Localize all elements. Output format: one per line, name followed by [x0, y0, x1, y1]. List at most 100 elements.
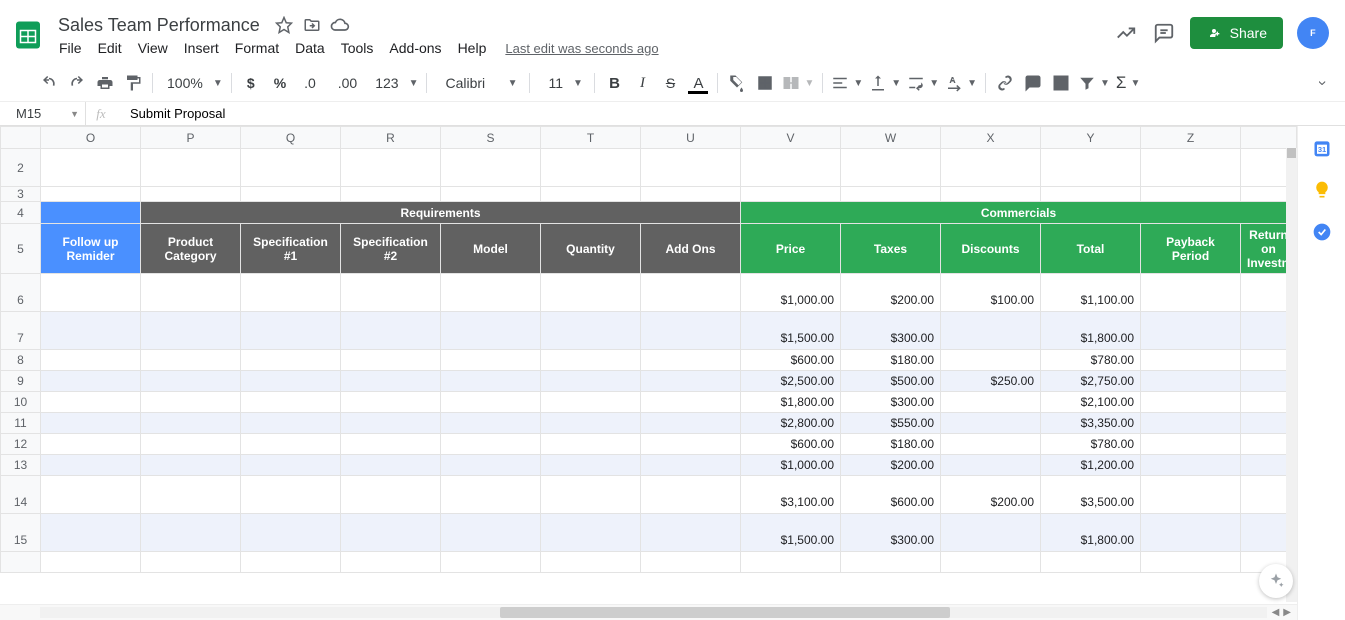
cell[interactable] — [541, 312, 641, 350]
cell[interactable] — [241, 514, 341, 552]
font-size-select[interactable]: 11▼ — [536, 70, 588, 96]
cell[interactable]: $200.00 — [841, 455, 941, 476]
cell[interactable] — [341, 455, 441, 476]
cell[interactable] — [41, 274, 141, 312]
row-header[interactable]: 7 — [1, 312, 41, 350]
move-icon[interactable] — [302, 15, 322, 35]
row-header[interactable]: 8 — [1, 350, 41, 371]
row-header[interactable] — [1, 552, 41, 573]
cell[interactable] — [1041, 149, 1141, 187]
cell[interactable] — [1141, 149, 1241, 187]
cell[interactable] — [41, 434, 141, 455]
last-edit-link[interactable]: Last edit was seconds ago — [505, 41, 658, 56]
cell[interactable] — [1041, 187, 1141, 202]
band-commercials[interactable]: Commercials — [741, 202, 1297, 224]
col-header[interactable]: X — [941, 127, 1041, 149]
cell[interactable] — [441, 187, 541, 202]
column-subheader[interactable]: Payback Period — [1141, 224, 1241, 274]
cell[interactable] — [241, 187, 341, 202]
horizontal-align-button[interactable]: ▼ — [829, 70, 865, 96]
column-subheader[interactable]: Follow up Remider — [41, 224, 141, 274]
italic-button[interactable]: I — [629, 70, 655, 96]
cell[interactable]: $1,000.00 — [741, 274, 841, 312]
column-subheader[interactable]: Specification #1 — [241, 224, 341, 274]
cell[interactable] — [1141, 187, 1241, 202]
column-subheader[interactable]: Taxes — [841, 224, 941, 274]
cell[interactable] — [941, 413, 1041, 434]
col-header[interactable]: Z — [1141, 127, 1241, 149]
cell[interactable]: $1,800.00 — [741, 392, 841, 413]
account-avatar[interactable]: F — [1297, 17, 1329, 49]
cell[interactable] — [941, 392, 1041, 413]
cell[interactable]: $2,750.00 — [1041, 371, 1141, 392]
explore-button[interactable] — [1259, 564, 1293, 598]
cell[interactable] — [41, 350, 141, 371]
share-button[interactable]: Share — [1190, 17, 1283, 49]
cell[interactable] — [541, 514, 641, 552]
row-header[interactable]: 5 — [1, 224, 41, 274]
select-all-corner[interactable] — [1, 127, 41, 149]
cell[interactable] — [441, 552, 541, 573]
cell[interactable] — [441, 312, 541, 350]
column-subheader[interactable]: Price — [741, 224, 841, 274]
cell[interactable] — [641, 149, 741, 187]
cell[interactable] — [1141, 312, 1241, 350]
cell[interactable] — [441, 413, 541, 434]
row-header[interactable]: 12 — [1, 434, 41, 455]
cell[interactable] — [241, 455, 341, 476]
undo-button[interactable] — [36, 70, 62, 96]
row-header[interactable]: 3 — [1, 187, 41, 202]
cell[interactable] — [41, 312, 141, 350]
column-subheader[interactable]: Product Category — [141, 224, 241, 274]
col-header[interactable] — [1241, 127, 1297, 149]
cell[interactable] — [641, 455, 741, 476]
cell[interactable] — [741, 187, 841, 202]
column-subheader[interactable]: Specification #2 — [341, 224, 441, 274]
text-rotation-button[interactable]: ▼ — [943, 70, 979, 96]
activity-icon[interactable] — [1114, 21, 1138, 45]
col-header[interactable]: Q — [241, 127, 341, 149]
cell[interactable]: $3,350.00 — [1041, 413, 1141, 434]
formula-input[interactable] — [116, 102, 1345, 125]
cell[interactable] — [341, 187, 441, 202]
cell[interactable] — [441, 350, 541, 371]
zoom-select[interactable]: 100%▼ — [159, 70, 225, 96]
cell[interactable] — [1141, 274, 1241, 312]
cell[interactable] — [141, 476, 241, 514]
cell[interactable] — [541, 455, 641, 476]
cell[interactable] — [41, 392, 141, 413]
cell[interactable] — [141, 514, 241, 552]
functions-button[interactable]: Σ▼ — [1114, 70, 1142, 96]
cell[interactable] — [941, 312, 1041, 350]
cell[interactable]: $1,200.00 — [1041, 455, 1141, 476]
row-header[interactable]: 13 — [1, 455, 41, 476]
cell[interactable]: $1,500.00 — [741, 312, 841, 350]
cell[interactable] — [941, 434, 1041, 455]
cell[interactable] — [841, 187, 941, 202]
cell[interactable]: $780.00 — [1041, 350, 1141, 371]
cell[interactable]: $780.00 — [1041, 434, 1141, 455]
column-subheader[interactable]: Discounts — [941, 224, 1041, 274]
col-header[interactable]: O — [41, 127, 141, 149]
decrease-decimal-button[interactable]: .0 — [296, 70, 328, 96]
cell[interactable] — [141, 413, 241, 434]
cell[interactable] — [141, 312, 241, 350]
cell[interactable] — [541, 552, 641, 573]
cell[interactable]: $2,800.00 — [741, 413, 841, 434]
borders-button[interactable] — [752, 70, 778, 96]
cell[interactable]: $180.00 — [841, 350, 941, 371]
cell[interactable] — [541, 392, 641, 413]
star-icon[interactable] — [274, 15, 294, 35]
row-header[interactable]: 14 — [1, 476, 41, 514]
cell[interactable] — [941, 187, 1041, 202]
cell[interactable] — [1041, 552, 1141, 573]
cell[interactable] — [241, 552, 341, 573]
cell[interactable] — [241, 413, 341, 434]
column-subheader[interactable]: Model — [441, 224, 541, 274]
cell[interactable] — [41, 149, 141, 187]
col-header[interactable]: S — [441, 127, 541, 149]
cell[interactable] — [1141, 413, 1241, 434]
cell[interactable] — [441, 392, 541, 413]
menu-file[interactable]: File — [52, 36, 89, 60]
cell[interactable]: $3,500.00 — [1041, 476, 1141, 514]
